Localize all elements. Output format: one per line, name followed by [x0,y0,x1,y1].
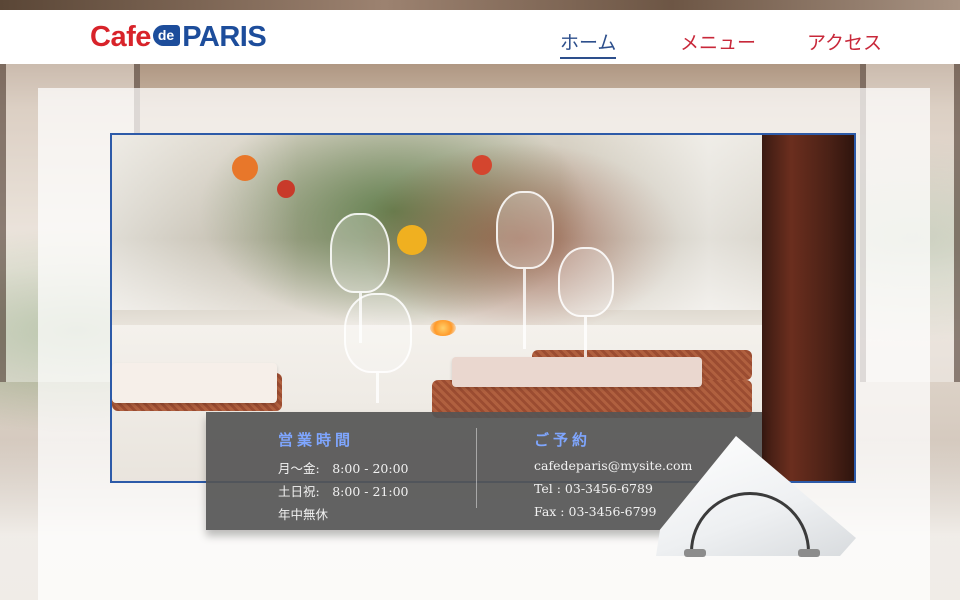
hero-flower [472,155,492,175]
hero-chair [762,135,854,481]
napkin-holder-image [648,432,858,572]
hero-napkin [112,363,277,403]
info-divider [476,428,477,508]
hero-napkin [452,357,702,387]
hero-wine-glass [330,213,390,293]
hero-flower [232,155,258,181]
hours-weekday: 月～金: 8:00 - 20:00 [278,461,409,476]
business-hours-title: 営業時間 [278,431,355,449]
hero-candle [430,320,456,336]
hero-wine-glass [344,293,412,373]
napkin-holder-foot [684,549,706,557]
nav-home[interactable]: ホーム [560,28,617,59]
hero-flower [277,180,295,198]
reservation-tel-link[interactable]: Tel : 03-3456-6789 [534,481,653,496]
header-top-strip [0,0,960,10]
napkin-holder-foot [798,549,820,557]
site-header: Cafe de PARIS ホーム メニュー アクセス [0,10,960,64]
main-nav: ホーム メニュー アクセス [0,28,960,59]
hero-glass-stem [584,317,587,357]
reservation-fax: Fax : 03-3456-6799 [534,504,657,519]
hours-weekend: 土日祝: 8:00 - 21:00 [278,484,409,499]
hero-wine-glass [558,247,614,317]
hero-flower [397,225,427,255]
nav-menu[interactable]: メニュー [680,28,756,55]
hero-glass-stem [376,373,379,403]
hero-glass-stem [523,269,526,349]
hero-wine-glass [496,191,554,269]
nav-access[interactable]: アクセス [807,28,882,55]
hours-open-all-year: 年中無休 [278,507,329,522]
reservation-title: ご予約 [534,431,592,449]
